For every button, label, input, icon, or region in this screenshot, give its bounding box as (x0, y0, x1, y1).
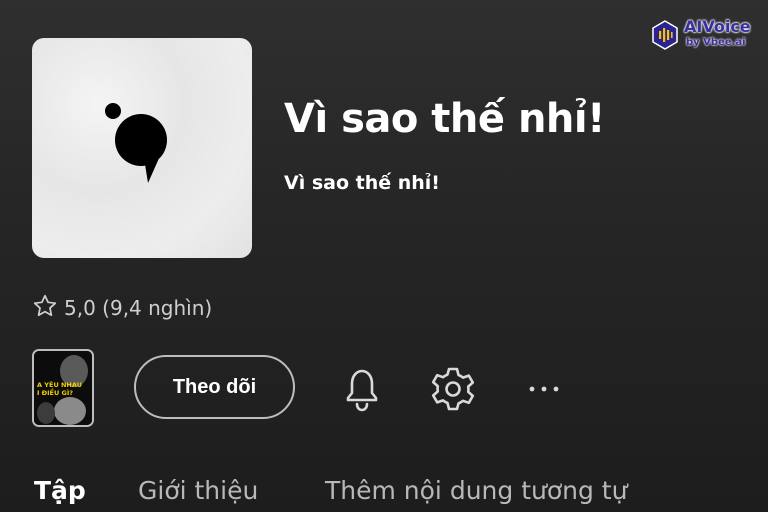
podcast-logo-icon (105, 103, 167, 183)
more-horizontal-icon[interactable] (522, 372, 566, 406)
rating-text: 5,0 (9,4 nghìn) (64, 296, 213, 320)
aivoice-logo-icon (652, 20, 678, 50)
latest-episode-thumbnail[interactable]: A YÊU NHAU I ĐIỀU GÌ? (32, 349, 94, 427)
tab-episodes[interactable]: Tập (34, 476, 86, 505)
rating[interactable]: 5,0 (9,4 nghìn) (32, 293, 212, 323)
gear-icon[interactable] (427, 362, 479, 416)
tab-bar: Tập Giới thiệu Thêm nội dung tương tự (0, 474, 768, 512)
thumbnail-text: A YÊU NHAU I ĐIỀU GÌ? (37, 381, 82, 397)
star-icon (32, 293, 58, 324)
watermark-name: AIVoice (684, 17, 751, 36)
follow-button[interactable]: Theo dõi (134, 355, 295, 419)
tab-about[interactable]: Giới thiệu (138, 476, 258, 505)
podcast-title: Vì sao thế nhỉ! (284, 96, 605, 142)
podcast-author[interactable]: Vì sao thế nhỉ! (284, 172, 440, 194)
bell-icon[interactable] (337, 362, 387, 416)
watermark-sub: by Vbee.ai (686, 37, 746, 48)
podcast-cover-art[interactable] (32, 38, 252, 258)
tab-more-like-this[interactable]: Thêm nội dung tương tự (325, 476, 627, 505)
aivoice-watermark: AIVoice by Vbee.ai (650, 16, 760, 56)
